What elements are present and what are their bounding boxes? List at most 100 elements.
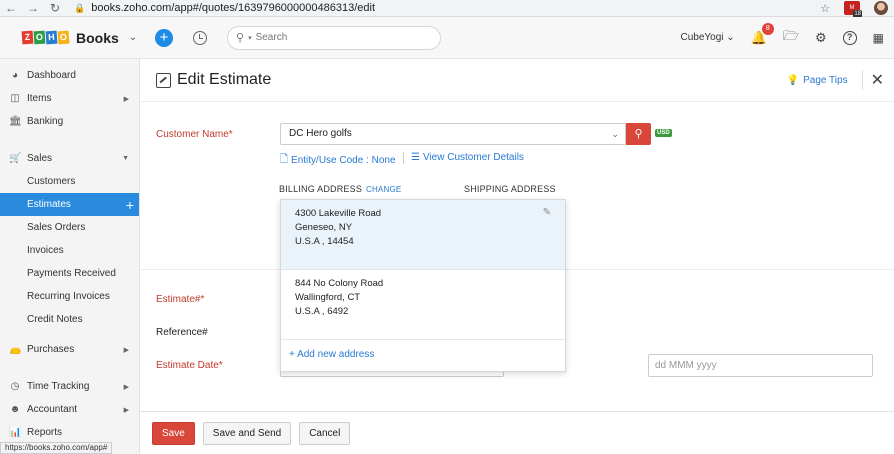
address-dropdown: 4300 Lakeville Road Geneseo, NY U.S.A , … xyxy=(280,199,566,372)
page-tips-link[interactable]: 💡 Page Tips xyxy=(787,75,862,86)
org-switcher[interactable]: CubeYogi ⌄ xyxy=(681,32,735,43)
sidebar-item-sales[interactable]: 🛒 Sales ▼ xyxy=(0,147,139,170)
sidebar-item-purchases[interactable]: 👝 Purchases ▶ xyxy=(0,338,139,361)
address-line: 844 No Colony Road xyxy=(295,278,384,289)
estimate-number-label: Estimate#* xyxy=(156,294,205,305)
forward-icon[interactable]: → xyxy=(22,1,44,15)
view-customer-details-link[interactable]: ☰ View Customer Details xyxy=(411,152,524,163)
customer-details-icon: ☰ xyxy=(411,152,420,163)
close-icon[interactable]: ✕ xyxy=(861,70,894,90)
address-line: Wallingford, CT xyxy=(295,292,361,303)
customer-search-button[interactable]: ⚲ xyxy=(626,123,651,145)
notification-badge: 8 xyxy=(761,22,774,35)
lock-icon: 🔒 xyxy=(74,2,86,13)
chevron-down-icon: ▼ xyxy=(122,155,129,162)
sidebar-item-dashboard[interactable]: ◕ Dashboard xyxy=(0,64,139,87)
search-icon: ⚲ xyxy=(236,32,245,44)
main-content: Edit Estimate 💡 Page Tips ✕ Customer Nam… xyxy=(140,59,894,454)
sidebar-item-payments-received[interactable]: Payments Received xyxy=(0,262,139,285)
reload-icon[interactable]: ↻ xyxy=(44,1,66,15)
address-option[interactable]: 4300 Lakeville Road Geneseo, NY U.S.A , … xyxy=(281,200,565,270)
product-name: Books xyxy=(76,29,119,46)
expiry-date-input[interactable]: dd MMM yyyy xyxy=(648,354,873,377)
zoho-logo-icon: ZOHO xyxy=(21,30,70,45)
apps-grid-icon[interactable]: ▦ xyxy=(873,31,884,45)
person-icon: ☻ xyxy=(9,404,21,415)
reference-label: Reference# xyxy=(156,327,208,338)
bank-icon: 🏛 xyxy=(9,116,22,127)
save-and-send-button[interactable]: Save and Send xyxy=(202,421,292,445)
sidebar-item-recurring-invoices[interactable]: Recurring Invoices xyxy=(0,285,139,308)
chevron-right-icon: ▶ xyxy=(123,383,129,391)
sidebar-item-banking[interactable]: 🏛 Banking xyxy=(0,110,139,133)
sidebar-item-customers[interactable]: Customers xyxy=(0,170,139,193)
sidebar-item-accountant[interactable]: ☻ Accountant ▶ xyxy=(0,398,139,421)
sidebar-item-reports[interactable]: 📊 Reports xyxy=(0,421,139,444)
sidebar: ◕ Dashboard ◫ Items ▶ 🏛 Banking 🛒 Sales ▼ Cu… xyxy=(0,59,140,454)
pencil-icon[interactable]: ✎ xyxy=(543,206,551,220)
zoho-books-logo[interactable]: ZOHO Books ⌄ xyxy=(0,29,137,46)
estimate-icon xyxy=(156,72,171,88)
address-option[interactable]: 844 No Colony Road Wallingford, CT U.S.A… xyxy=(281,270,565,340)
entity-use-code-link[interactable]: 🗋 Entity/Use Code : None xyxy=(280,152,396,169)
search-input[interactable] xyxy=(255,32,406,43)
address-line: U.S.A , 6492 xyxy=(295,306,349,317)
back-icon[interactable]: ← xyxy=(0,1,22,15)
add-estimate-icon[interactable]: + xyxy=(126,197,134,213)
sidebar-item-invoices[interactable]: Invoices xyxy=(0,239,139,262)
sidebar-item-time-tracking[interactable]: ◷ Time Tracking ▶ xyxy=(0,375,139,398)
dashboard-icon: ◕ xyxy=(11,70,19,81)
sidebar-item-estimates[interactable]: Estimates + xyxy=(0,193,139,216)
cart-icon: 🛒 xyxy=(9,153,22,164)
page-title: Edit Estimate xyxy=(177,71,272,88)
address-line: U.S.A , 14454 xyxy=(295,236,354,247)
chevron-right-icon: ▶ xyxy=(123,346,129,354)
form-footer: Save Save and Send Cancel xyxy=(140,411,894,454)
global-search[interactable]: ⚲ ▾ xyxy=(227,25,441,50)
tax-entity-icon: 🗋 xyxy=(280,154,289,165)
lightbulb-icon: 💡 xyxy=(786,74,800,86)
address-bar[interactable]: 🔒 books.zoho.com/app#/quotes/16397960000… xyxy=(74,2,375,14)
customer-value: DC Hero golfs xyxy=(289,128,352,139)
folder-icon[interactable]: 🗁 xyxy=(783,27,799,49)
chevron-right-icon: ▶ xyxy=(123,406,129,414)
clock-icon: ◷ xyxy=(10,381,20,392)
cancel-button[interactable]: Cancel xyxy=(299,421,351,445)
estimate-date-label: Estimate Date* xyxy=(156,360,223,371)
browser-toolbar: ← → ↻ 🔒 books.zoho.com/app#/quotes/16397… xyxy=(0,0,894,18)
chevron-down-icon[interactable]: ⌄ xyxy=(611,124,619,144)
star-icon[interactable]: ☆ xyxy=(820,2,830,15)
help-icon[interactable]: ? xyxy=(842,30,857,45)
url-text[interactable]: books.zoho.com/app#/quotes/1639796000000… xyxy=(91,2,375,14)
divider xyxy=(403,152,404,164)
sidebar-item-sales-orders[interactable]: Sales Orders xyxy=(0,216,139,239)
plus-icon: + xyxy=(289,349,295,360)
chart-icon: 📊 xyxy=(9,427,22,438)
extension-icon[interactable]: M 18 xyxy=(844,1,862,18)
bag-icon: 👝 xyxy=(9,344,22,355)
search-scope-dropdown-icon[interactable]: ▾ xyxy=(248,34,252,42)
currency-badge: USD xyxy=(655,129,672,137)
customer-select[interactable]: DC Hero golfs ⌄ xyxy=(280,123,626,145)
expiry-date-placeholder: dd MMM yyyy xyxy=(655,360,717,371)
save-button[interactable]: Save xyxy=(152,421,195,445)
recent-history-icon[interactable] xyxy=(193,30,207,45)
address-line: Geneseo, NY xyxy=(295,222,353,233)
chevron-down-icon[interactable]: ⌄ xyxy=(129,32,137,43)
profile-avatar[interactable] xyxy=(874,1,888,15)
sidebar-item-credit-notes[interactable]: Credit Notes xyxy=(0,308,139,331)
chevron-right-icon: ▶ xyxy=(123,95,129,103)
add-new-address-link[interactable]: + Add new address xyxy=(281,340,565,369)
quick-create-button[interactable]: + xyxy=(155,28,173,47)
sidebar-item-items[interactable]: ◫ Items ▶ xyxy=(0,87,139,110)
status-bar-url: https://books.zoho.com/app# xyxy=(0,442,113,454)
app-header: ZOHO Books ⌄ + ⚲ ▾ CubeYogi ⌄ 🔔8 🗁 ⚙ ? ▦ xyxy=(0,17,894,59)
gear-icon[interactable]: ⚙ xyxy=(815,30,827,46)
customer-name-label: Customer Name* xyxy=(156,129,233,140)
shipping-address-heading: SHIPPING ADDRESS xyxy=(464,184,556,194)
change-address-link[interactable]: CHANGE xyxy=(366,185,401,194)
page-header: Edit Estimate 💡 Page Tips ✕ xyxy=(140,59,894,102)
billing-address-heading: BILLING ADDRESS CHANGE xyxy=(279,184,402,194)
bell-icon[interactable]: 🔔 8 xyxy=(751,22,774,46)
items-icon: ◫ xyxy=(10,93,20,104)
